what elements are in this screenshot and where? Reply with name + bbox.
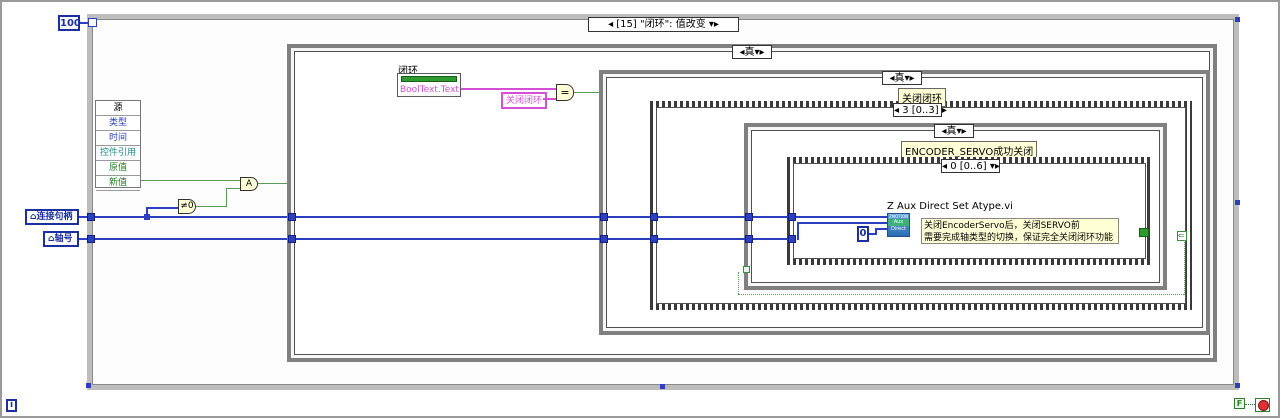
boolean-constant-indicator: [1139, 228, 1149, 237]
inner-sequence-selector[interactable]: ◂ 0 [0..6] ▾▸: [941, 159, 1000, 173]
loop-count-wire: [80, 22, 88, 24]
loop-edge-node-bottom-mid: [660, 384, 665, 389]
inner-seq-label: 0 [0..6]: [950, 161, 987, 172]
handle-wire-junction: [144, 214, 150, 220]
neq-out-wire-v: [226, 188, 227, 207]
mid-case-label: 真: [894, 73, 905, 84]
loop-edge-node-right-bot: [1235, 383, 1240, 388]
comment-line-2: 需要完成轴类型的切换，保证完全关闭闭环功能: [924, 233, 1114, 243]
loop-edge-node-left-bottom: [86, 383, 91, 388]
inner-case-feedback-tunnel: [743, 266, 750, 273]
event-item-ctlref: 控件引用: [96, 146, 140, 161]
close-loop-property-node[interactable]: BoolText.Text: [397, 73, 461, 97]
bool-text-wire: [461, 88, 556, 90]
neq-out-wire-h: [196, 206, 226, 207]
inner-case-tunnel-handle: [745, 213, 753, 221]
equal-out-wire: [574, 92, 600, 93]
connection-handle-terminal[interactable]: ⌂连接句柄: [25, 209, 79, 225]
loop-tunnel-handle: [87, 213, 95, 221]
boolean-bar-icon: [401, 76, 457, 82]
inner-seq-prev-arrow[interactable]: ◂: [942, 161, 950, 172]
outer-case-tunnel-axis: [288, 235, 296, 243]
inner-seq-dropdown-arrow[interactable]: ▾▸: [987, 161, 1000, 172]
new-value-wire: [141, 180, 240, 181]
axis-number-terminal[interactable]: ⌂轴号: [43, 231, 79, 247]
not-equal-zero-function[interactable]: ≠0: [178, 199, 196, 214]
handle-wire-left: [79, 216, 289, 218]
event-data-node[interactable]: 源 类型 时间 控件引用 原值 新值: [95, 100, 141, 191]
mid-sequence-selector[interactable]: ◂ 3 [0..3] ▸: [893, 103, 947, 117]
loop-count-terminal[interactable]: 100: [58, 15, 81, 31]
axis-wire-up: [797, 222, 799, 240]
event-case-selector[interactable]: ◂ [15] "闭环": 值改变 ▾▸: [588, 17, 739, 32]
outer-case-selector[interactable]: ◂真▾▸: [732, 45, 772, 59]
outer-case-tunnel-handle: [288, 213, 296, 221]
zero-constant[interactable]: 0: [857, 226, 869, 242]
neq-branch-wire-h: [146, 207, 178, 209]
mid-seq-label: 3 [0..3]: [902, 105, 939, 116]
comment-line-1: 关闭EncoderServo后，关闭SERVO前: [924, 221, 1080, 231]
subvi-icon-mid-text: Aux: [888, 219, 909, 226]
subvi-icon-bot-text: Direct: [891, 226, 906, 232]
green-feedback-wire-v: [738, 272, 739, 294]
comment-box: 关闭EncoderServo后，关闭SERVO前 需要完成轴类型的切换，保证完全…: [921, 218, 1119, 244]
loop-edge-node-right-mid: [1235, 200, 1240, 205]
event-item-new-value: 新值: [96, 176, 140, 191]
mid-case-tunnel-handle: [600, 213, 608, 221]
inner-case-label: 真: [946, 126, 957, 137]
mid-seq-next-arrow[interactable]: ▸: [939, 105, 947, 116]
outer-case-label: 真: [744, 47, 755, 58]
inner-case-selector[interactable]: ◂真▾▸: [934, 124, 974, 138]
event-item-type: 类型: [96, 116, 140, 131]
axis-wire-left: [79, 238, 289, 240]
zero-wire-h2: [875, 228, 887, 230]
axis-wire-main: [289, 238, 793, 240]
neq-out-wire-h2: [226, 188, 240, 189]
and-out-wire: [258, 183, 289, 184]
iteration-terminal[interactable]: i: [6, 399, 17, 412]
subvi-name-label: Z Aux Direct Set Atype.vi: [887, 201, 1013, 212]
mid-case-dropdown-arrow[interactable]: ▾▸: [904, 73, 914, 84]
equal-function[interactable]: =: [556, 84, 574, 101]
mid-seq-tunnel-axis: [650, 235, 658, 243]
connection-handle-label: 连接句柄: [36, 212, 73, 222]
bool-text-property: BoolText.Text: [400, 85, 459, 95]
axis-number-label: 轴号: [54, 234, 73, 244]
loop-count-node: [88, 18, 97, 27]
handle-wire-main: [289, 216, 887, 218]
event-item-source: 源: [96, 101, 140, 116]
mid-seq-tunnel-handle: [650, 213, 658, 221]
mid-case-selector[interactable]: ◂真▾▸: [882, 71, 922, 85]
and-function[interactable]: A: [240, 177, 258, 191]
event-item-time: 时间: [96, 131, 140, 146]
mid-seq-prev-arrow[interactable]: ◂: [894, 105, 902, 116]
inner-case-dropdown-arrow[interactable]: ▾▸: [956, 126, 966, 137]
outer-case-dropdown-arrow[interactable]: ▾▸: [754, 47, 764, 58]
loop-edge-node-right-top: [1235, 17, 1240, 22]
inner-seq-tunnel-axis: [788, 235, 796, 243]
subvi-icon[interactable]: ZMOTION Aux Direct: [887, 213, 910, 237]
close-loop-string-constant[interactable]: 关闭闭环: [501, 92, 548, 109]
loop-condition-icon[interactable]: [1255, 398, 1270, 412]
inner-case-tunnel-axis: [745, 235, 753, 243]
event-case-label: [15] "闭环": 值改变: [616, 19, 706, 30]
event-dropdown-arrow[interactable]: ▾▸: [706, 19, 719, 30]
stop-boolean-constant[interactable]: F: [1234, 398, 1245, 409]
mid-case-tunnel-axis: [600, 235, 608, 243]
axis-wire-to-subvi: [797, 222, 887, 224]
green-feedback-wire-r: [1184, 240, 1185, 295]
stop-wire: [1245, 404, 1255, 405]
green-feedback-wire-h: [738, 294, 1184, 295]
loop-tunnel-axis: [87, 235, 95, 243]
inner-seq-tunnel-handle: [788, 213, 796, 221]
stop-sign-icon: [1258, 400, 1269, 411]
const-to-equal-wire: [543, 98, 556, 100]
event-item-old-value: 原值: [96, 161, 140, 176]
